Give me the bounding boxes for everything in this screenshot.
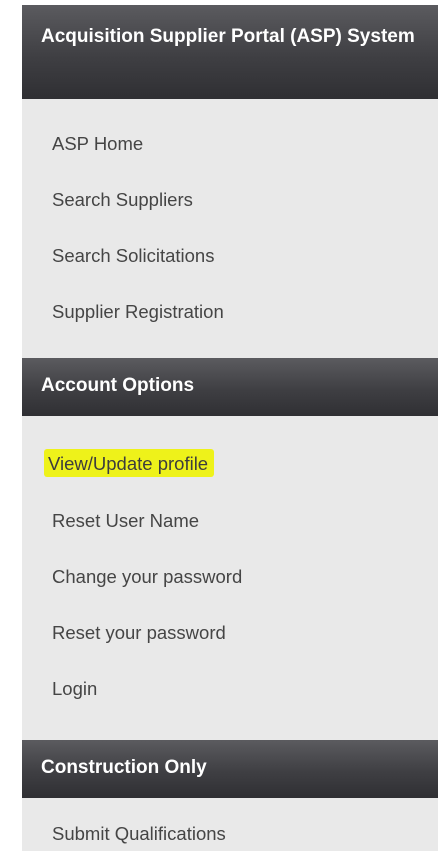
nav-item-reset-user-name[interactable]: Reset User Name — [22, 499, 438, 543]
nav-item-label: Search Solicitations — [52, 245, 215, 266]
nav-item-label: Reset your password — [52, 622, 226, 643]
nav-item-label: Login — [52, 678, 98, 699]
nav-item-submit-qualifications[interactable]: Submit Qualifications — [22, 812, 438, 856]
section-title: Account Options — [41, 375, 195, 396]
section-title: Acquisition Supplier Portal (ASP) System — [41, 26, 415, 47]
nav-item-search-solicitations[interactable]: Search Solicitations — [22, 234, 438, 278]
nav-item-label: ASP Home — [52, 133, 144, 154]
nav-item-change-password[interactable]: Change your password — [22, 555, 438, 599]
nav-item-label: Reset User Name — [52, 510, 200, 531]
section-header-asp-system: Acquisition Supplier Portal (ASP) System — [22, 5, 438, 99]
sidebar-nav: Acquisition Supplier Portal (ASP) System… — [22, 5, 438, 851]
nav-item-reset-password[interactable]: Reset your password — [22, 611, 438, 655]
nav-item-supplier-registration[interactable]: Supplier Registration — [22, 290, 438, 334]
nav-item-search-suppliers[interactable]: Search Suppliers — [22, 178, 438, 222]
nav-item-label: Supplier Registration — [52, 301, 224, 322]
nav-item-view-update-profile[interactable]: View/Update profile — [22, 442, 438, 486]
nav-item-label: Submit Qualifications — [52, 823, 226, 844]
nav-item-login[interactable]: Login — [22, 667, 438, 711]
nav-item-label-highlighted: View/Update profile — [44, 449, 215, 477]
nav-item-label: Change your password — [52, 566, 243, 587]
section-title: Construction Only — [41, 757, 207, 778]
nav-item-asp-home[interactable]: ASP Home — [22, 122, 438, 166]
nav-item-label: Search Suppliers — [52, 189, 193, 210]
section-header-construction-only: Construction Only — [22, 740, 438, 798]
section-header-account-options: Account Options — [22, 358, 438, 416]
